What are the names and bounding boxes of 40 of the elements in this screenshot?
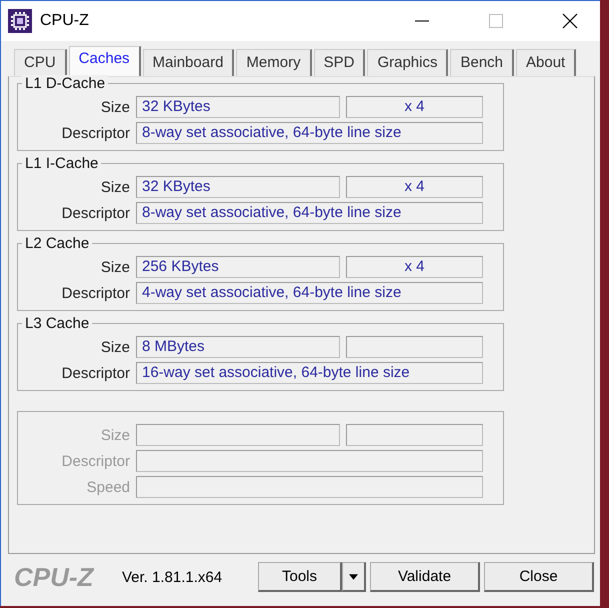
version-text: Ver. 1.81.1.x64: [122, 568, 224, 586]
footer-button[interactable]: Close: [484, 562, 594, 592]
value-field: 16-way set associative, 64-byte line size: [136, 362, 483, 384]
tools-button[interactable]: Tools: [258, 562, 342, 592]
value-field: 8-way set associative, 64-byte line size: [136, 202, 483, 224]
field-label: Descriptor: [60, 364, 130, 382]
value-field: 256 KBytes: [136, 256, 340, 278]
field-label: Descriptor: [60, 284, 130, 302]
tab[interactable]: About: [516, 49, 576, 76]
field-label: Size: [100, 258, 130, 276]
dropdown-button[interactable]: [342, 562, 366, 592]
tab[interactable]: Bench: [450, 49, 514, 76]
chip-icon: [8, 9, 32, 33]
tab[interactable]: Graphics: [367, 49, 448, 76]
value-field: 32 KBytes: [136, 96, 340, 118]
field-label: Descriptor: [60, 452, 130, 470]
tab[interactable]: Caches: [68, 46, 141, 76]
value-field: 32 KBytes: [136, 176, 340, 198]
tab[interactable]: Memory: [236, 49, 312, 76]
tab[interactable]: SPD: [314, 49, 366, 76]
value-field: 4-way set associative, 64-byte line size: [136, 282, 483, 304]
field-label: Size: [100, 178, 130, 196]
count-field: x 4: [346, 256, 483, 278]
count-field: x 4: [346, 96, 483, 118]
field-label: Size: [100, 426, 130, 444]
field-label: Size: [100, 338, 130, 356]
tab[interactable]: CPU: [14, 49, 67, 76]
field-label: Speed: [86, 478, 130, 496]
close-icon[interactable]: [562, 13, 578, 29]
field-label: Size: [100, 98, 130, 116]
window-title: CPU-Z: [40, 12, 89, 30]
footer-button[interactable]: Validate: [370, 562, 480, 592]
logo: CPU-Z: [13, 562, 96, 592]
field-label: Descriptor: [60, 204, 130, 222]
value-field: 8 MBytes: [136, 336, 340, 358]
tab[interactable]: Mainboard: [142, 49, 234, 76]
caret-icon: [349, 574, 358, 580]
count-field: x 4: [346, 176, 483, 198]
value-field: 8-way set associative, 64-byte line size: [136, 122, 483, 144]
field-label: Descriptor: [60, 124, 130, 142]
